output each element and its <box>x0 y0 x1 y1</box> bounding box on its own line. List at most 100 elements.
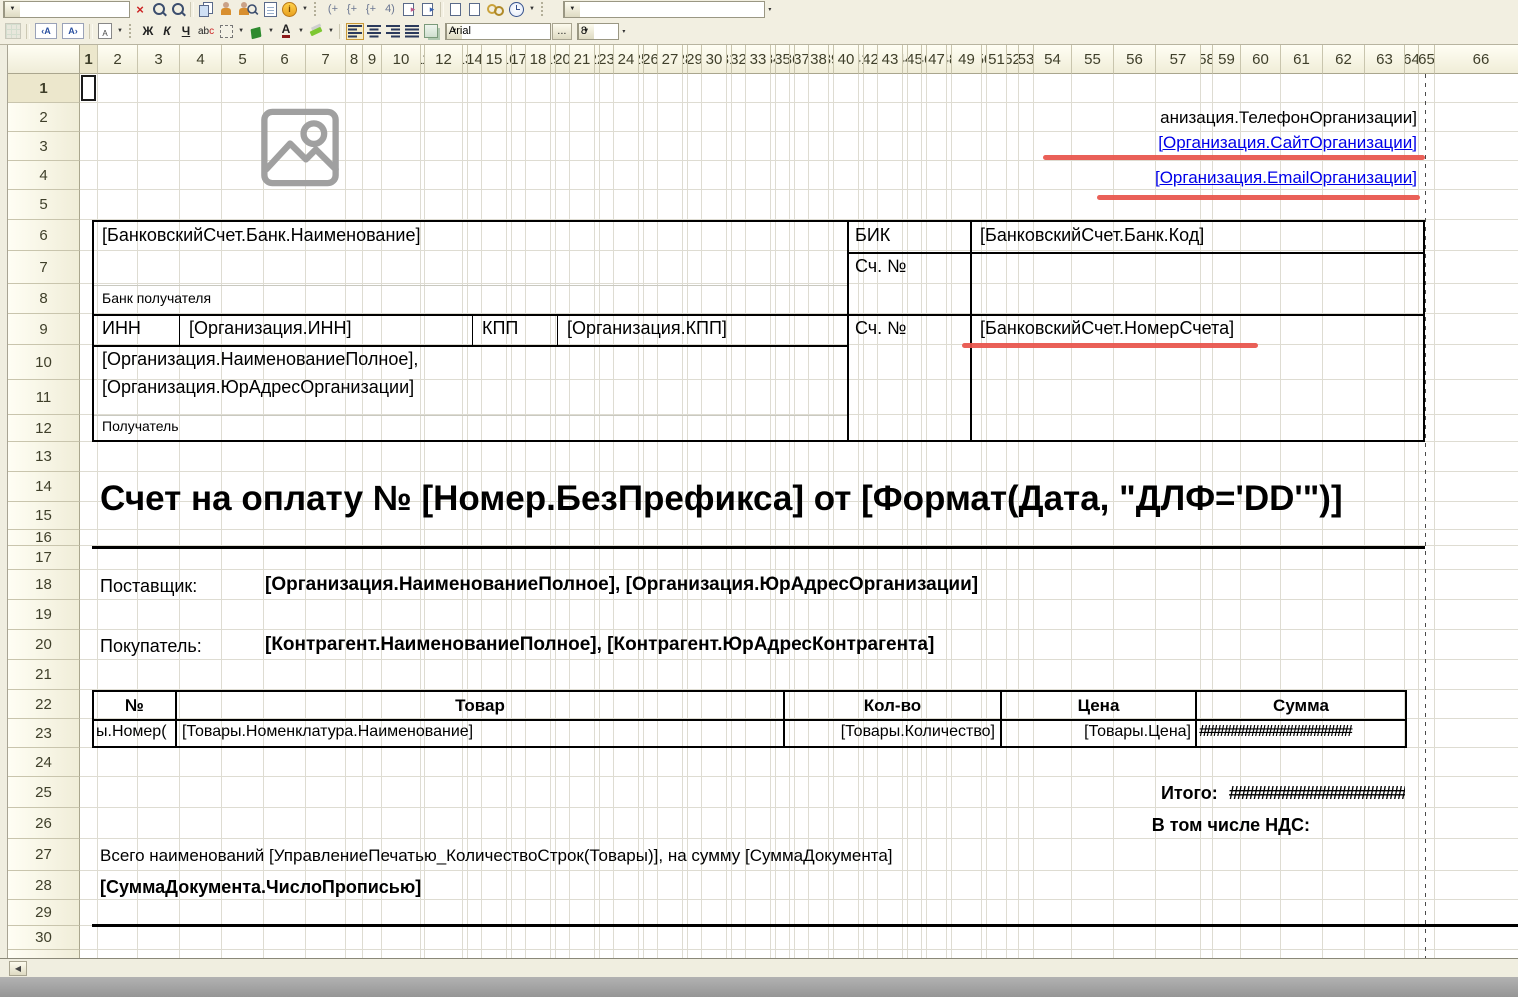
row-header-15[interactable]: 15 <box>8 502 80 530</box>
column-header-66[interactable]: 66 <box>1435 45 1518 74</box>
horizontal-scrollbar[interactable]: ◀ <box>0 958 1518 977</box>
bik-value-cell[interactable]: [БанковскийСчет.Банк.Код] <box>980 225 1204 246</box>
column-header-47[interactable]: 47 <box>927 45 947 74</box>
row-header-6[interactable]: 6 <box>8 220 80 251</box>
kpp-value-cell[interactable]: [Организация.КПП] <box>567 318 727 339</box>
column-header-38[interactable]: 38 <box>809 45 829 74</box>
column-header-63[interactable]: 63 <box>1365 45 1405 74</box>
dropdown-icon[interactable]: ▼ <box>4 2 20 17</box>
insert-text-button[interactable] <box>96 23 114 40</box>
column-header-18[interactable]: 18 <box>526 45 551 74</box>
column-header-20[interactable]: 20 <box>556 45 570 74</box>
info-menu-button[interactable]: ▼ <box>300 1 310 18</box>
row-header-4[interactable]: 4 <box>8 161 80 190</box>
scroll-left-button[interactable]: ◀ <box>9 961 27 976</box>
history-button[interactable] <box>507 1 526 18</box>
column-header-4[interactable]: 4 <box>180 45 222 74</box>
repeat-columns-button[interactable]: A› <box>60 23 86 40</box>
column-header-27[interactable]: 27 <box>658 45 683 74</box>
font-color-button[interactable]: A <box>277 23 295 40</box>
column-header-64[interactable]: 64 <box>1405 45 1419 74</box>
row-header-2[interactable]: 2 <box>8 103 80 132</box>
row-header-24[interactable]: 24 <box>8 748 80 777</box>
align-left-button[interactable] <box>346 23 364 40</box>
document-button[interactable] <box>261 1 279 18</box>
column-header-49[interactable]: 49 <box>952 45 982 74</box>
row-header-1[interactable]: 1 <box>8 74 80 103</box>
column-header-33[interactable]: 33 <box>746 45 771 74</box>
column-header-2[interactable]: 2 <box>98 45 138 74</box>
col-header-qty[interactable]: Кол-во <box>785 692 1000 719</box>
column-header-51[interactable]: 51 <box>987 45 1007 74</box>
copy-button[interactable] <box>197 1 215 18</box>
org-fullname-cell[interactable]: [Организация.НаименованиеПолное], <box>102 349 418 370</box>
column-header-42[interactable]: 42 <box>864 45 878 74</box>
row-header-8[interactable]: 8 <box>8 284 80 314</box>
grid[interactable]: анизация.ТелефонОрганизации] [Организаци… <box>80 74 1518 958</box>
column-header-12[interactable]: 12 <box>425 45 463 74</box>
clear-button[interactable]: × <box>131 1 149 18</box>
select-all-corner[interactable] <box>8 45 80 74</box>
borders-button[interactable] <box>217 23 235 40</box>
column-header-3[interactable]: 3 <box>138 45 180 74</box>
insert-text-menu-button[interactable]: ▼ <box>115 23 125 40</box>
column-header-35[interactable]: 35 <box>776 45 790 74</box>
group-close-button[interactable]: {+ <box>362 1 380 18</box>
font-dialog-button[interactable]: ... <box>552 23 572 40</box>
text-style-button[interactable]: abc <box>196 23 216 40</box>
column-header-10[interactable]: 10 <box>382 45 421 74</box>
history-menu-button[interactable]: ▼ <box>527 1 537 18</box>
row-header-5[interactable]: 5 <box>8 190 80 220</box>
page-setup-button[interactable] <box>466 1 484 18</box>
row-header-28[interactable]: 28 <box>8 871 80 900</box>
column-headers[interactable]: 1234567891011121314151617181920212223242… <box>80 45 1518 74</box>
column-header-23[interactable]: 23 <box>600 45 614 74</box>
column-header-1[interactable]: 1 <box>80 45 98 74</box>
column-header-24[interactable]: 24 <box>614 45 639 74</box>
row-header-17[interactable]: 17 <box>8 546 80 570</box>
cell-qty[interactable]: [Товары.Количество] <box>841 723 995 741</box>
column-header-40[interactable]: 40 <box>834 45 859 74</box>
fill-color-menu-button[interactable]: ▼ <box>266 23 276 40</box>
row-header-10[interactable]: 10 <box>8 345 80 380</box>
recipient-caption-cell[interactable]: Получатель <box>102 418 179 434</box>
highlight-button[interactable] <box>307 23 325 40</box>
merge-cells-button[interactable] <box>3 23 23 40</box>
account-label-cell[interactable]: Сч. № <box>855 256 907 277</box>
org-address-cell[interactable]: [Организация.ЮрАдресОрганизации] <box>102 377 414 398</box>
underline-button[interactable]: Ч <box>177 23 195 40</box>
zoom-in-button[interactable] <box>169 1 187 18</box>
column-header-37[interactable]: 37 <box>795 45 809 74</box>
row-header-12[interactable]: 12 <box>8 415 80 442</box>
column-header-62[interactable]: 62 <box>1323 45 1365 74</box>
bik-label-cell[interactable]: БИК <box>855 225 890 246</box>
column-header-14[interactable]: 14 <box>468 45 482 74</box>
cell-product[interactable]: [Товары.Номенклатура.Наименование] <box>182 723 473 741</box>
name-box[interactable]: ▼ <box>3 1 130 18</box>
column-header-5[interactable]: 5 <box>222 45 264 74</box>
col-header-sum[interactable]: Сумма <box>1197 692 1405 719</box>
account-label2-cell[interactable]: Сч. № <box>855 318 907 339</box>
row-header-22[interactable]: 22 <box>8 690 80 719</box>
row-header-26[interactable]: 26 <box>8 808 80 839</box>
cell-sum-overflow[interactable]: ###################### <box>1199 723 1404 741</box>
col-header-price[interactable]: Цена <box>1002 692 1195 719</box>
highlight-menu-button[interactable]: ▼ <box>326 23 336 40</box>
align-right-button[interactable] <box>384 23 402 40</box>
row-header-25[interactable]: 25 <box>8 777 80 808</box>
col-header-product[interactable]: Товар <box>177 692 783 719</box>
column-header-56[interactable]: 56 <box>1114 45 1156 74</box>
italic-button[interactable]: К <box>158 23 176 40</box>
row-header-30[interactable]: 30 <box>8 926 80 950</box>
org-email-link[interactable]: [Организация.EmailОрганизации] <box>1155 168 1417 188</box>
align-center-button[interactable] <box>365 23 383 40</box>
move-in-button[interactable]: ▸ <box>419 1 437 18</box>
column-header-9[interactable]: 9 <box>363 45 382 74</box>
font-size-combobox[interactable]: 8 ▼ <box>577 23 619 40</box>
cell-row-number[interactable]: ы.Номер( <box>96 723 174 741</box>
row-header-19[interactable]: 19 <box>8 600 80 630</box>
row-header-21[interactable]: 21 <box>8 660 80 690</box>
column-header-53[interactable]: 53 <box>1019 45 1034 74</box>
inn-value-cell[interactable]: [Организация.ИНН] <box>189 318 352 339</box>
search-combobox[interactable]: ▼ <box>563 1 765 18</box>
